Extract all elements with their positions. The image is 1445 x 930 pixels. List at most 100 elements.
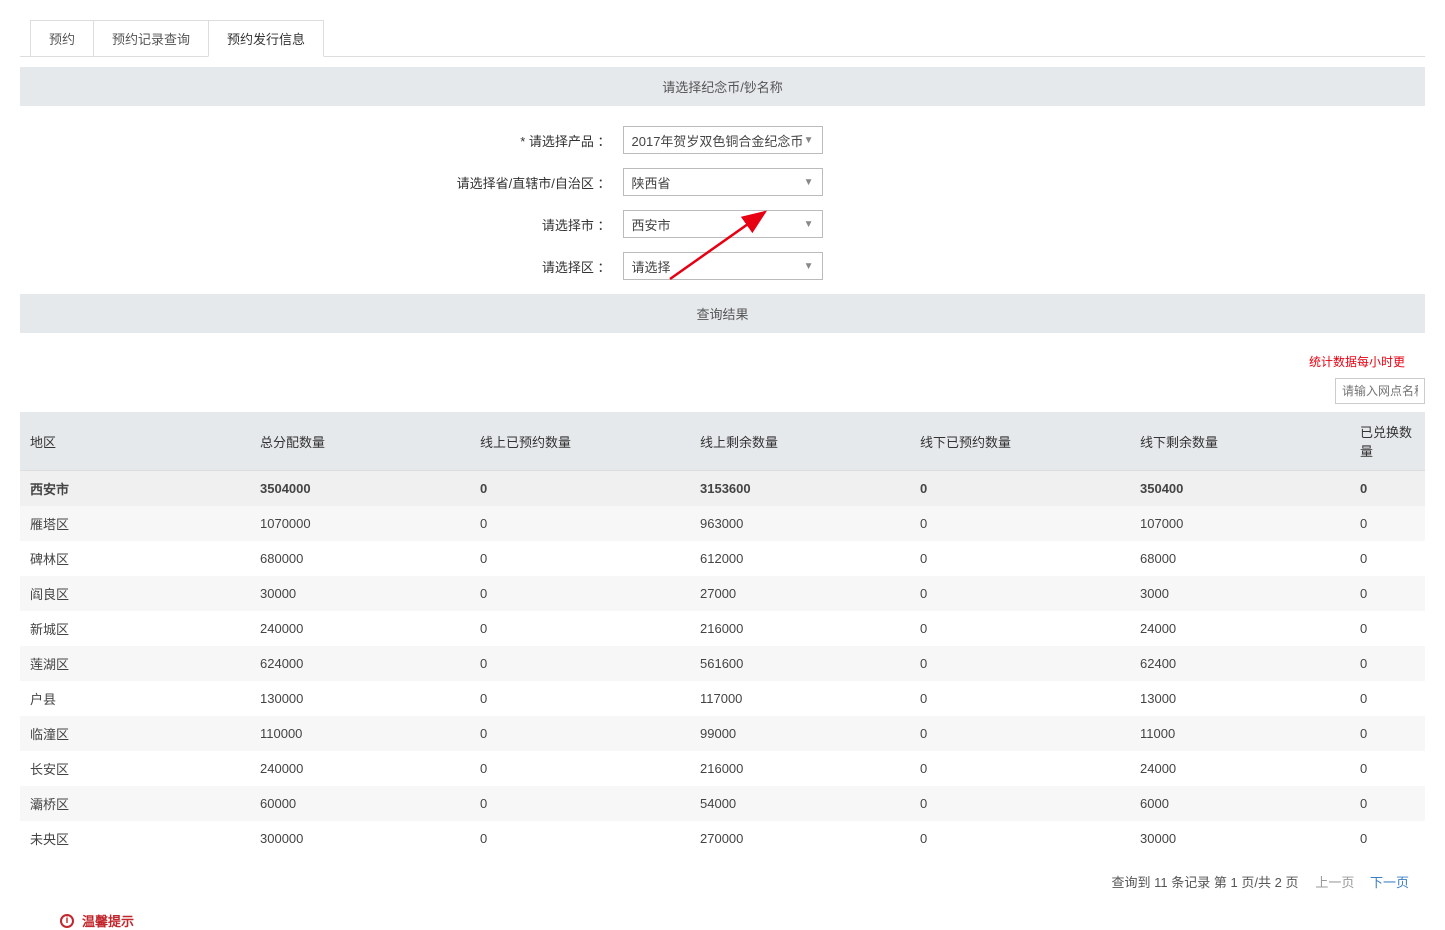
cell-region: 碑林区 <box>20 541 250 576</box>
next-page-link[interactable]: 下一页 <box>1370 875 1409 890</box>
cell-total: 30000 <box>250 576 470 611</box>
cell-redeemed: 0 <box>1350 786 1425 821</box>
cell-offline_booked: 0 <box>910 611 1130 646</box>
cell-region: 雁塔区 <box>20 506 250 541</box>
cell-redeemed: 0 <box>1350 646 1425 681</box>
cell-online_remain: 54000 <box>690 786 910 821</box>
product-select[interactable]: 2017年贺岁双色铜合金纪念币 ▼ <box>623 126 823 154</box>
th-offline-remain: 线下剩余数量 <box>1130 412 1350 471</box>
page-info-mid2: 页/共 <box>1241 875 1271 890</box>
cell-offline_remain: 13000 <box>1130 681 1350 716</box>
tip-label: 温馨提示 <box>82 911 134 930</box>
main-content: 请选择纪念币/钞名称 * 请选择产品 ： 2017年贺岁双色铜合金纪念币 ▼ 请… <box>20 56 1425 930</box>
cell-redeemed: 0 <box>1350 541 1425 576</box>
table-row: 临潼区1100000990000110000 <box>20 716 1425 751</box>
chevron-down-icon: ▼ <box>804 219 814 230</box>
cell-total: 624000 <box>250 646 470 681</box>
cell-redeemed: 0 <box>1350 716 1425 751</box>
product-select-value: 2017年贺岁双色铜合金纪念币 <box>632 131 804 150</box>
city-select-value: 西安市 <box>632 215 671 234</box>
cell-offline_remain: 350400 <box>1130 471 1350 507</box>
product-label: * 请选择产品 ： <box>283 131 623 150</box>
cell-total: 1070000 <box>250 506 470 541</box>
cell-offline_remain: 3000 <box>1130 576 1350 611</box>
cell-online_remain: 216000 <box>690 611 910 646</box>
cell-online_booked: 0 <box>470 681 690 716</box>
cell-region: 莲湖区 <box>20 646 250 681</box>
cell-offline_booked: 0 <box>910 541 1130 576</box>
tab-record-query[interactable]: 预约记录查询 <box>93 20 209 57</box>
table-row: 碑林区68000006120000680000 <box>20 541 1425 576</box>
table-row: 雁塔区1070000096300001070000 <box>20 506 1425 541</box>
cell-region: 新城区 <box>20 611 250 646</box>
table-row: 未央区30000002700000300000 <box>20 821 1425 856</box>
cell-online_booked: 0 <box>470 646 690 681</box>
cell-offline_booked: 0 <box>910 471 1130 507</box>
result-table: 地区 总分配数量 线上已预约数量 线上剩余数量 线下已预约数量 线下剩余数量 已… <box>20 412 1425 856</box>
cell-offline_booked: 0 <box>910 751 1130 786</box>
cell-offline_booked: 0 <box>910 716 1130 751</box>
city-label: 请选择市 ： <box>283 215 623 234</box>
th-region: 地区 <box>20 412 250 471</box>
cell-region: 未央区 <box>20 821 250 856</box>
cell-online_booked: 0 <box>470 471 690 507</box>
tab-reservation[interactable]: 预约 <box>30 20 94 57</box>
province-select[interactable]: 陕西省 ▼ <box>623 168 823 196</box>
cell-offline_booked: 0 <box>910 681 1130 716</box>
cell-online_remain: 216000 <box>690 751 910 786</box>
cell-offline_booked: 0 <box>910 786 1130 821</box>
cell-offline_remain: 11000 <box>1130 716 1350 751</box>
cell-total: 130000 <box>250 681 470 716</box>
chevron-down-icon: ▼ <box>804 177 814 188</box>
chevron-down-icon: ▼ <box>804 261 814 272</box>
table-row: 新城区24000002160000240000 <box>20 611 1425 646</box>
cell-redeemed: 0 <box>1350 751 1425 786</box>
table-row: 阎良区30000027000030000 <box>20 576 1425 611</box>
cell-region: 长安区 <box>20 751 250 786</box>
province-select-value: 陕西省 <box>632 173 671 192</box>
tab-issue-info[interactable]: 预约发行信息 <box>208 20 324 57</box>
cell-online_booked: 0 <box>470 541 690 576</box>
th-online-remain: 线上剩余数量 <box>690 412 910 471</box>
cell-redeemed: 0 <box>1350 506 1425 541</box>
cell-total: 240000 <box>250 751 470 786</box>
cell-total: 3504000 <box>250 471 470 507</box>
cell-offline_remain: 68000 <box>1130 541 1350 576</box>
filter-form: * 请选择产品 ： 2017年贺岁双色铜合金纪念币 ▼ 请选择省/直辖市/自治区… <box>20 126 1425 280</box>
page-current: 1 <box>1231 875 1238 890</box>
cell-online_booked: 0 <box>470 786 690 821</box>
cell-offline_booked: 0 <box>910 646 1130 681</box>
cell-online_remain: 117000 <box>690 681 910 716</box>
city-select[interactable]: 西安市 ▼ <box>623 210 823 238</box>
district-select[interactable]: 请选择 ▼ <box>623 252 823 280</box>
prev-page-link[interactable]: 上一页 <box>1315 875 1354 890</box>
cell-online_remain: 27000 <box>690 576 910 611</box>
cell-total: 240000 <box>250 611 470 646</box>
cell-offline_booked: 0 <box>910 821 1130 856</box>
page-info-prefix: 查询到 <box>1112 875 1151 890</box>
cell-online_booked: 0 <box>470 716 690 751</box>
stats-notice: 统计数据每小时更 <box>20 353 1405 370</box>
th-online-booked: 线上已预约数量 <box>470 412 690 471</box>
province-label: 请选择省/直辖市/自治区 ： <box>283 173 623 192</box>
section-result-header: 查询结果 <box>20 294 1425 333</box>
section-select-coin-header: 请选择纪念币/钞名称 <box>20 67 1425 106</box>
search-input[interactable] <box>1335 378 1425 404</box>
district-label: 请选择区 ： <box>283 257 623 276</box>
table-row: 户县13000001170000130000 <box>20 681 1425 716</box>
cell-offline_remain: 107000 <box>1130 506 1350 541</box>
cell-offline_remain: 24000 <box>1130 751 1350 786</box>
page-record-count: 11 <box>1154 875 1168 890</box>
cell-total: 300000 <box>250 821 470 856</box>
cell-total: 680000 <box>250 541 470 576</box>
pagination: 查询到 11 条记录 第 1 页/共 2 页 上一页 下一页 <box>20 872 1415 891</box>
info-icon: i <box>60 914 74 928</box>
cell-offline_remain: 62400 <box>1130 646 1350 681</box>
page-info-mid: 条记录 第 <box>1171 875 1227 890</box>
cell-offline_booked: 0 <box>910 576 1130 611</box>
page-info-suffix: 页 <box>1285 875 1298 890</box>
cell-online_booked: 0 <box>470 611 690 646</box>
cell-offline_remain: 30000 <box>1130 821 1350 856</box>
cell-online_remain: 3153600 <box>690 471 910 507</box>
cell-online_booked: 0 <box>470 821 690 856</box>
